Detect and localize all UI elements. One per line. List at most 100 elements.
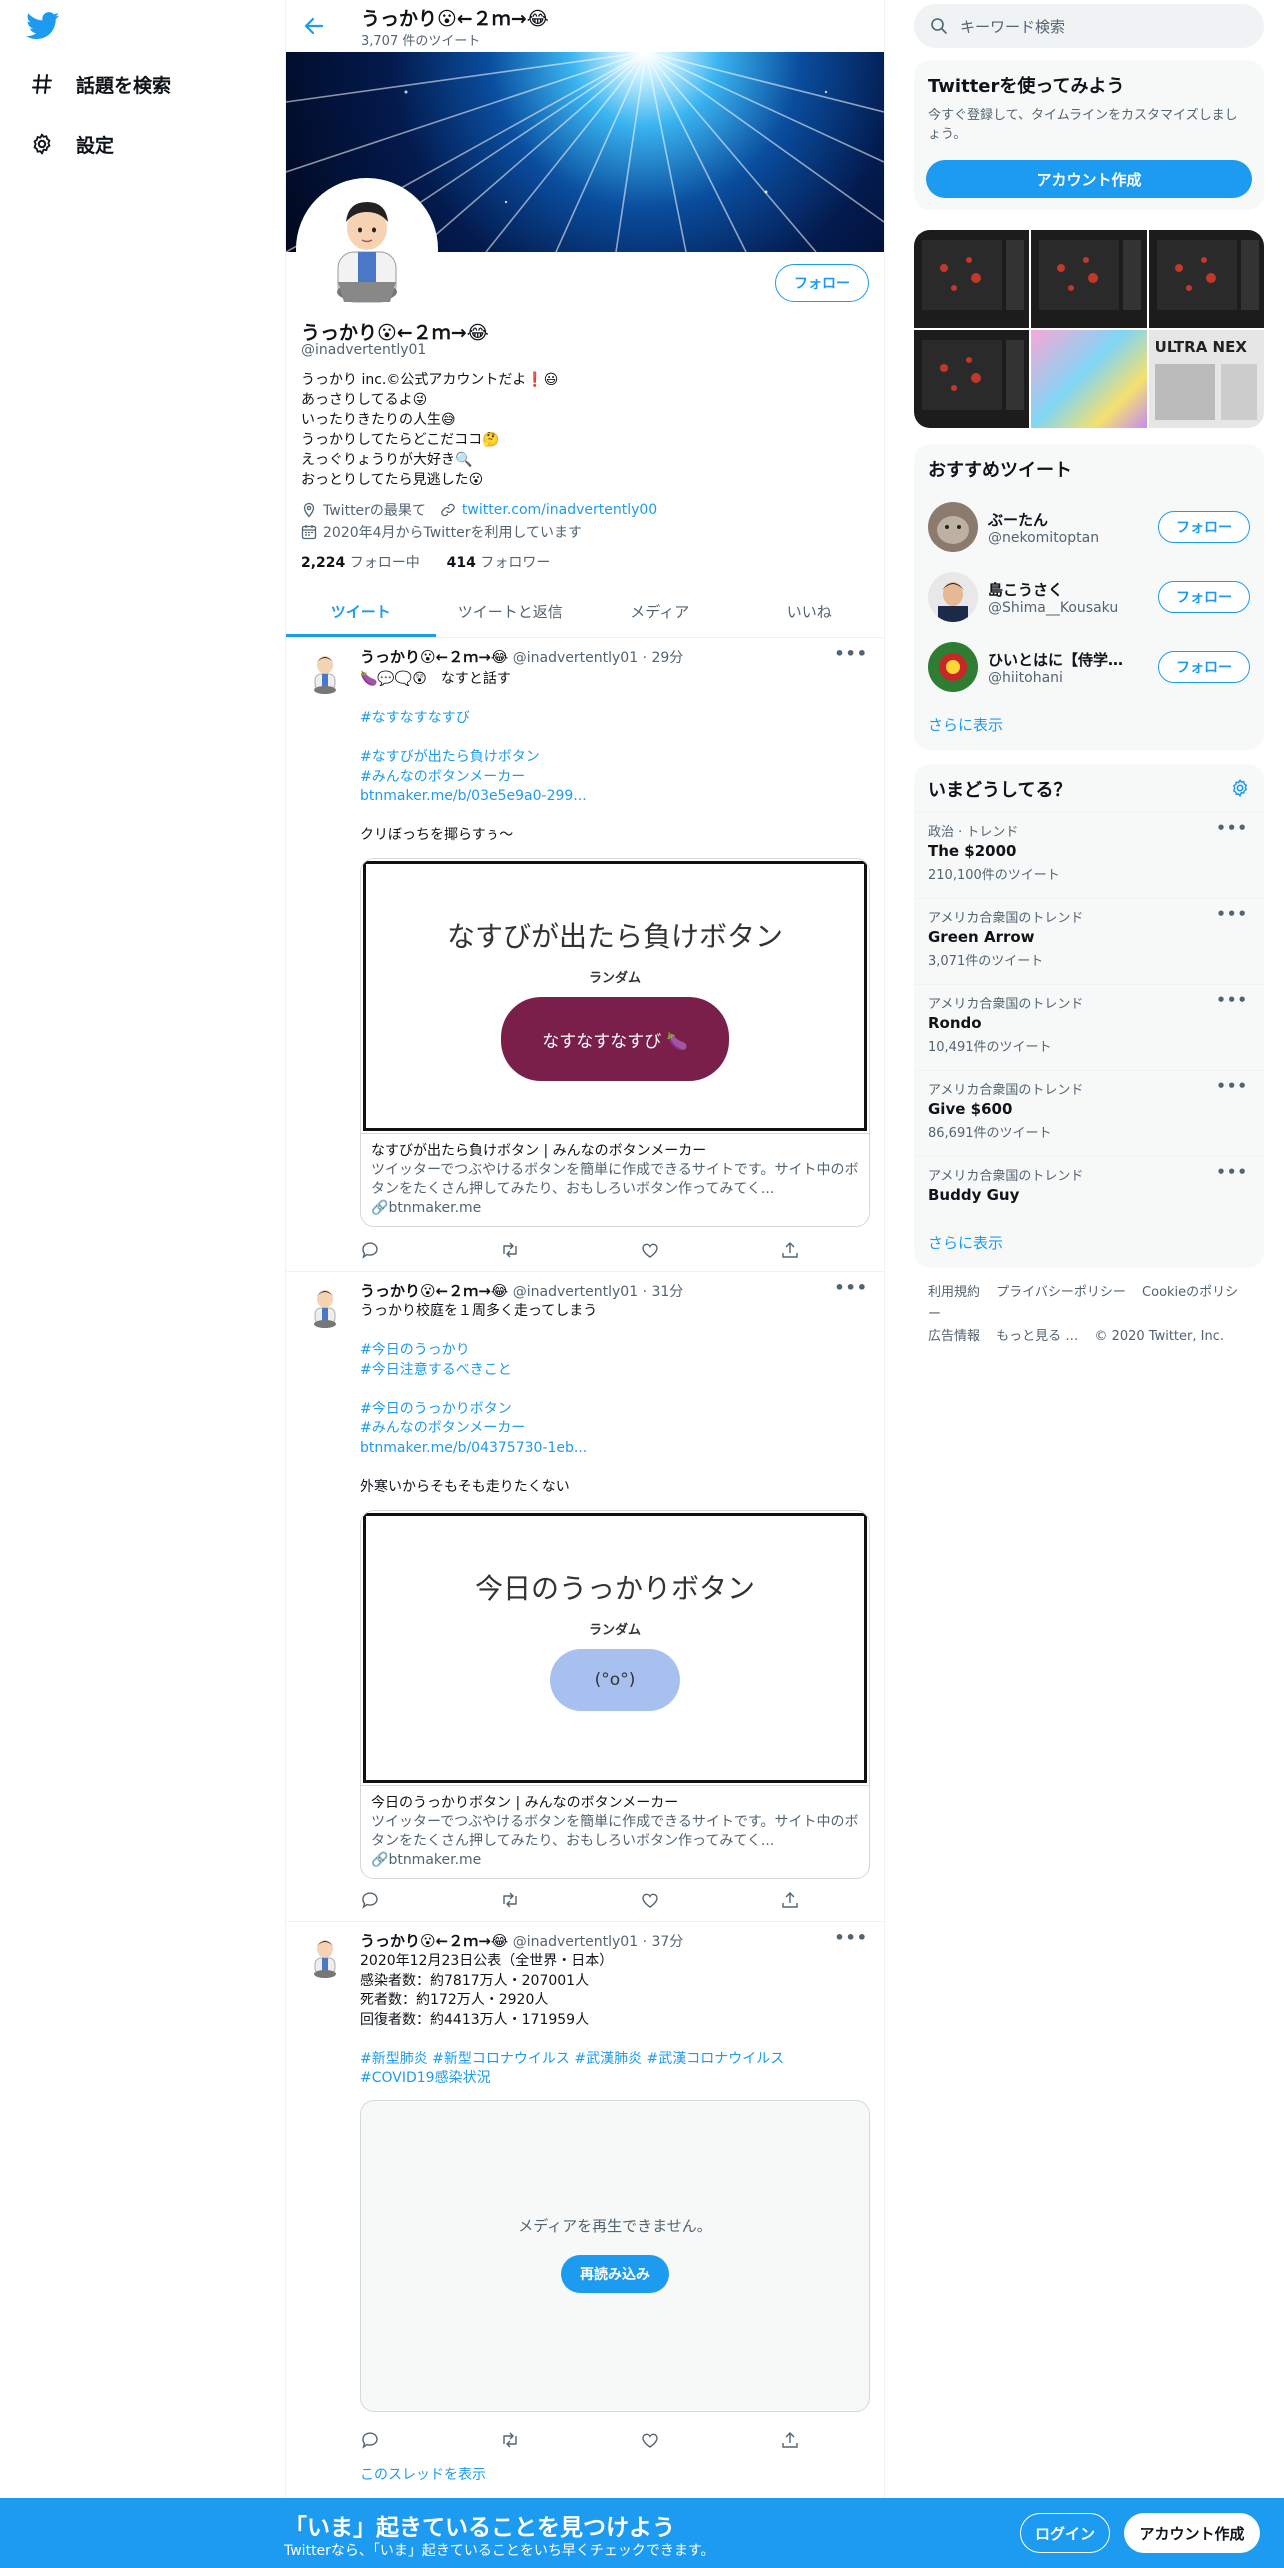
recommended-user[interactable]: ぶーたん @nekomitoptan フォロー [914,492,1264,562]
media-tile[interactable] [914,230,1030,328]
create-account-button[interactable]: アカウント作成 [926,160,1252,198]
recommended-title: おすすめツイート [928,460,1072,481]
tweet-avatar[interactable] [301,1932,349,1980]
retweet-icon[interactable] [500,2430,520,2450]
card-image-button: (°o°) [550,1649,680,1711]
tweet[interactable]: うっかり😮←２ｍ→😂 @inadvertently01 · 31分 ••• うっ… [286,1272,884,1922]
card-domain: btnmaker.me [388,1852,482,1868]
gear-icon[interactable] [1230,778,1250,798]
following-stat[interactable]: 2,224 フォロー中 [301,555,420,571]
trend-item[interactable]: アメリカ合衆国のトレンド Buddy Guy ••• [914,1156,1264,1220]
link-card[interactable]: 今日のうっかりボタン ランダム (°o°) 今日のうっかりボタン | みんなのボ… [360,1510,870,1879]
like-icon[interactable] [640,1240,660,1260]
more-options-icon[interactable]: ••• [1216,1163,1248,1181]
profile-stats: 2,224 フォロー中 414 フォロワー [301,552,550,572]
more-options-icon[interactable]: ••• [1216,905,1248,923]
trend-count: 3,071件のツイート [928,954,1044,969]
more-options-icon[interactable]: ••• [1216,819,1248,837]
trend-item[interactable]: アメリカ合衆国のトレンド Give $600 86,691件のツイート ••• [914,1070,1264,1156]
media-tile[interactable] [1148,230,1264,328]
footer-link-ads[interactable]: 広告情報 [928,1329,980,1344]
tweet-header: うっかり😮←２ｍ→😂 @inadvertently01 · 31分 [360,1282,684,1300]
recommended-user[interactable]: ひいとはに【侍学・... @hiitohani フォロー [914,632,1264,702]
tab-tweets-replies[interactable]: ツイートと返信 [436,586,586,637]
reload-button[interactable]: 再読み込み [561,2255,669,2293]
reply-icon[interactable] [360,2430,380,2450]
recommended-avatar[interactable] [928,572,978,622]
tweet[interactable]: うっかり😮←２ｍ→😂 @inadvertently01 · 29分 ••• 🍆💬… [286,638,884,1272]
tweet-header: うっかり😮←２ｍ→😂 @inadvertently01 · 29分 [360,648,684,666]
tweet-time[interactable]: 31分 [651,1284,683,1300]
footer-link-terms[interactable]: 利用規約 [928,1285,980,1300]
trend-count: 210,100件のツイート [928,868,1060,883]
follow-button[interactable]: フォロー [1158,511,1250,543]
more-options-icon[interactable]: ••• [834,644,868,663]
recommended-avatar[interactable] [928,502,978,552]
share-icon[interactable] [780,1890,800,1910]
footer-link-privacy[interactable]: プライバシーポリシー [996,1285,1126,1300]
footer-link-more[interactable]: もっと見る … [996,1329,1078,1344]
like-icon[interactable] [640,2430,660,2450]
back-arrow-icon[interactable] [302,14,326,38]
more-options-icon[interactable]: ••• [834,1928,868,1947]
trend-item[interactable]: アメリカ合衆国のトレンド Green Arrow 3,071件のツイート ••• [914,898,1264,984]
nav-settings[interactable]: 設定 [28,124,114,164]
recommended-handle: @Shima__Kousaku [988,599,1119,616]
tweet-author-name[interactable]: うっかり😮←２ｍ→😂 [360,1932,508,1950]
link-card-info: なすびが出たら負けボタン | みんなのボタンメーカー ツイッターでつぶやけるボタ… [361,1133,869,1226]
media-tile[interactable]: ULTRA NEX [1148,330,1264,428]
profile-url-link[interactable]: twitter.com/inadvertently00 [462,502,657,518]
follow-button[interactable]: フォロー [1158,581,1250,613]
like-icon[interactable] [640,1890,660,1910]
trend-context: アメリカ合衆国のトレンド [928,911,1084,926]
more-options-icon[interactable]: ••• [834,1278,868,1297]
media-tile[interactable] [1031,230,1147,328]
retweet-icon[interactable] [500,1890,520,1910]
profile-tabs: ツイート ツイートと返信 メディア いいね [286,586,884,638]
profile-follow-button[interactable]: フォロー [775,264,869,302]
card-image-title: 今日のうっかりボタン [474,1572,755,1605]
recommended-name: 島こうさく [988,580,1064,599]
tweet-time[interactable]: 37分 [651,1934,683,1950]
tweet-author-name[interactable]: うっかり😮←２ｍ→😂 [360,1282,508,1300]
profile-header-bar: うっかり😮←２ｍ→😂 3,707 件のツイート [286,0,884,52]
recommended-more-link[interactable]: さらに表示 [928,714,1003,735]
tweet-author-handle: @inadvertently01 [512,1284,639,1300]
share-icon[interactable] [780,2430,800,2450]
recommended-user[interactable]: 島こうさく @Shima__Kousaku フォロー [914,562,1264,632]
profile-avatar[interactable] [296,178,438,320]
tab-tweets[interactable]: ツイート [286,586,436,637]
trend-item[interactable]: 政治 · トレンド The $2000 210,100件のツイート ••• [914,812,1264,898]
twitter-logo-icon[interactable] [26,12,66,44]
tweet-avatar[interactable] [301,648,349,696]
tweet-author-name[interactable]: うっかり😮←２ｍ→😂 [360,648,508,666]
recommended-avatar[interactable] [928,642,978,692]
tab-media[interactable]: メディア [585,586,735,637]
trend-name: Buddy Guy [928,1186,1020,1204]
media-player[interactable]: メディアを再生できません。 再読み込み [360,2100,870,2412]
tab-likes[interactable]: いいね [735,586,885,637]
tweet-time[interactable]: 29分 [651,650,683,666]
followers-stat[interactable]: 414 フォロワー [447,555,551,571]
trends-title: いまどうしてる？ [928,780,1072,801]
tweet-avatar[interactable] [301,1282,349,1330]
media-tile[interactable] [1031,330,1147,428]
more-options-icon[interactable]: ••• [1216,1077,1248,1095]
share-icon[interactable] [780,1240,800,1260]
more-options-icon[interactable]: ••• [1216,991,1248,1009]
search-input[interactable]: キーワード検索 [914,4,1264,48]
follow-button[interactable]: フォロー [1158,651,1250,683]
tweet[interactable]: うっかり😮←２ｍ→😂 @inadvertently01 · 37分 ••• 20… [286,1922,884,2498]
media-tile[interactable] [914,330,1030,428]
show-thread-link[interactable]: このスレッドを表示 [360,2464,486,2484]
login-button[interactable]: ログイン [1020,2513,1110,2553]
link-card[interactable]: なすびが出たら負けボタン ランダム なすなすなすび 🍆 なすびが出たら負けボタン… [360,858,870,1227]
signup-button[interactable]: アカウント作成 [1124,2513,1260,2553]
retweet-icon[interactable] [500,1240,520,1260]
reply-icon[interactable] [360,1890,380,1910]
trends-more-link[interactable]: さらに表示 [928,1232,1003,1253]
nav-explore[interactable]: 話題を検索 [28,64,171,104]
link-icon [440,502,456,518]
reply-icon[interactable] [360,1240,380,1260]
trend-item[interactable]: アメリカ合衆国のトレンド Rondo 10,491件のツイート ••• [914,984,1264,1070]
